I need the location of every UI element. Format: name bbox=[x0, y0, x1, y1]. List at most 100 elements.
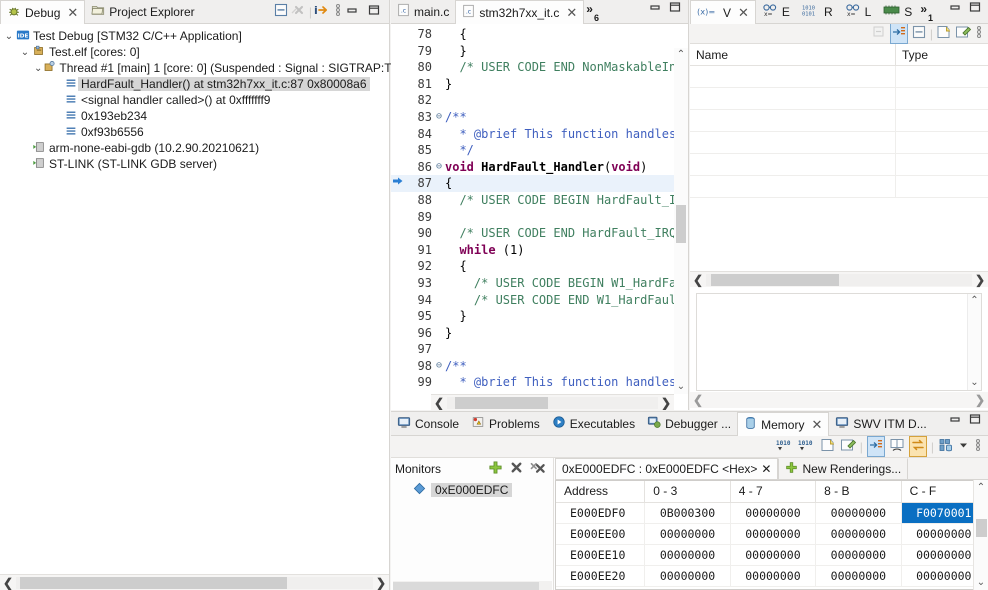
cell-memory-value[interactable]: 00000000 bbox=[730, 544, 815, 565]
pin-memory-view-icon[interactable] bbox=[840, 437, 856, 456]
view-menu-icon[interactable] bbox=[333, 2, 343, 21]
vscroll-track[interactable] bbox=[674, 62, 688, 380]
cell-memory-value[interactable]: 00000000 bbox=[730, 502, 815, 523]
close-icon[interactable]: ✕ bbox=[738, 5, 749, 21]
chevron-down-icon[interactable]: ⌄ bbox=[34, 63, 42, 74]
code-line[interactable]: 84 * @brief This function handles bbox=[391, 126, 674, 143]
cell-memory-value[interactable]: 0B000300 bbox=[645, 502, 730, 523]
editor-hscrollbar[interactable]: ❮ ❯ bbox=[431, 394, 674, 410]
collapse-icon[interactable] bbox=[911, 24, 927, 43]
tab-debugger-console[interactable]: Debugger ... bbox=[641, 412, 737, 435]
variables-detail-pane[interactable]: ⌃ ⌄ bbox=[696, 293, 982, 391]
code-line[interactable]: 92 { bbox=[391, 258, 674, 275]
maximize-icon[interactable] bbox=[968, 412, 988, 435]
tab-console[interactable]: Console bbox=[391, 412, 465, 435]
new-renderings-tab[interactable]: New Renderings... bbox=[778, 458, 908, 479]
editor-vscrollbar[interactable]: ⌃ ⌄ bbox=[674, 48, 688, 394]
scroll-up-icon[interactable]: ⌃ bbox=[677, 48, 685, 62]
tab-expressions[interactable]: x= E bbox=[756, 0, 796, 23]
cell-memory-value[interactable]: 00000000 bbox=[816, 544, 901, 565]
tab-registers[interactable]: 10100101 R bbox=[796, 0, 839, 23]
tree-row-thread[interactable]: ⌄ Thread #1 [main] 1 [core: 0] (Suspende… bbox=[0, 60, 389, 76]
vscroll-track[interactable] bbox=[974, 495, 988, 575]
maximize-icon[interactable] bbox=[968, 0, 988, 23]
code-editor[interactable]: 78 {79 }80 /* USER CODE END NonMaskableI… bbox=[391, 24, 688, 410]
code-line[interactable]: 79 } bbox=[391, 43, 674, 60]
vscroll-track[interactable] bbox=[968, 308, 982, 376]
scroll-left-icon[interactable]: ❮ bbox=[431, 396, 447, 410]
vscroll-thumb[interactable] bbox=[676, 205, 686, 243]
scroll-right-icon[interactable]: ❯ bbox=[972, 393, 988, 407]
column-header-address[interactable]: Address bbox=[556, 481, 645, 502]
rendering-layout-dropdown-icon[interactable] bbox=[958, 437, 969, 456]
step-into-selection-icon[interactable]: i bbox=[314, 2, 331, 21]
cell-memory-value[interactable]: 00000000 bbox=[645, 523, 730, 544]
code-line[interactable]: 93 /* USER CODE BEGIN W1_HardFa bbox=[391, 275, 674, 292]
code-line[interactable]: 83⊖/** bbox=[391, 109, 674, 126]
tab-stm32h7xx-it-c[interactable]: .c stm32h7xx_it.c ✕ bbox=[455, 0, 584, 24]
remove-monitor-icon[interactable] bbox=[509, 460, 524, 478]
editor-tab-overflow[interactable]: » 6 bbox=[584, 0, 604, 23]
chevron-down-icon[interactable]: ⌄ bbox=[2, 31, 16, 42]
minimize-icon[interactable] bbox=[345, 3, 365, 20]
edit-watch-icon[interactable] bbox=[955, 24, 971, 43]
cell-memory-value[interactable]: 00000000 bbox=[816, 523, 901, 544]
hscroll-track[interactable] bbox=[393, 582, 552, 590]
variables-hscrollbar[interactable]: ❮ ❯ bbox=[690, 271, 988, 287]
column-header-name[interactable]: Name bbox=[690, 44, 895, 66]
next-memory-monitor-icon[interactable]: 1010 bbox=[776, 437, 794, 456]
close-icon[interactable]: ✕ bbox=[761, 462, 771, 476]
cell-memory-value[interactable]: 00000000 bbox=[816, 565, 901, 586]
hscroll-track[interactable] bbox=[706, 274, 972, 286]
scroll-left-icon[interactable]: ❮ bbox=[690, 393, 706, 407]
new-memory-view-icon[interactable] bbox=[820, 437, 836, 456]
scroll-up-icon[interactable]: ⌃ bbox=[970, 294, 978, 308]
memory-vscrollbar[interactable]: ⌃ ⌄ bbox=[973, 480, 988, 590]
table-row[interactable] bbox=[690, 110, 988, 132]
memory-rendering-table[interactable]: Address0 - 34 - 78 - BC - FE000EDF00B000… bbox=[555, 480, 988, 590]
close-icon[interactable]: ✕ bbox=[566, 5, 577, 21]
cell-memory-value[interactable]: 00000000 bbox=[645, 544, 730, 565]
show-type-names-icon[interactable] bbox=[890, 23, 908, 44]
code-line[interactable]: 94 /* USER CODE END W1_HardFaul bbox=[391, 292, 674, 309]
code-line[interactable]: 85 */ bbox=[391, 142, 674, 159]
tab-live-expressions[interactable]: x= L bbox=[839, 0, 878, 23]
memory-table-row[interactable]: E000EE0000000000000000000000000000000000 bbox=[556, 523, 987, 544]
tab-debug[interactable]: Debug ✕ bbox=[0, 0, 85, 24]
minimize-icon[interactable] bbox=[948, 0, 968, 23]
code-line[interactable]: 81} bbox=[391, 76, 674, 93]
memory-table-row[interactable]: E000EE2000000000000000000000000000000000 bbox=[556, 565, 987, 586]
hscroll-thumb[interactable] bbox=[20, 577, 288, 589]
tab-project-explorer[interactable]: Project Explorer bbox=[85, 0, 200, 23]
fold-collapse-icon[interactable]: ⊖ bbox=[433, 159, 445, 176]
tab-swv-itm-data[interactable]: SWV ITM D... bbox=[829, 412, 932, 435]
code-line[interactable]: 98⊖/** bbox=[391, 358, 674, 375]
column-header-0-3[interactable]: 0 - 3 bbox=[645, 481, 730, 502]
code-line[interactable]: 96} bbox=[391, 325, 674, 342]
maximize-icon[interactable] bbox=[668, 0, 688, 23]
tab-executables[interactable]: Executables bbox=[546, 412, 641, 435]
code-line[interactable]: 87{ bbox=[391, 175, 674, 192]
link-memory-rendering-icon[interactable] bbox=[867, 436, 885, 457]
add-monitor-icon[interactable] bbox=[488, 460, 503, 478]
view-menu-icon[interactable] bbox=[974, 24, 984, 43]
variables-table[interactable]: Name Type bbox=[690, 44, 988, 198]
cell-memory-value[interactable]: 00000000 bbox=[645, 565, 730, 586]
hscroll-track[interactable] bbox=[706, 394, 972, 406]
cell-memory-value[interactable]: 00000000 bbox=[730, 523, 815, 544]
tab-main-c[interactable]: .c main.c bbox=[391, 0, 455, 23]
table-row[interactable] bbox=[690, 132, 988, 154]
close-icon[interactable]: ✕ bbox=[811, 417, 822, 433]
code-line[interactable]: 78 { bbox=[391, 26, 674, 43]
tree-row-stackframe-hardfault[interactable]: HardFault_Handler() at stm32h7xx_it.c:87… bbox=[0, 76, 389, 92]
column-header-4-7[interactable]: 4 - 7 bbox=[730, 481, 815, 502]
memory-table-row[interactable]: E000EDF00B0003000000000000000000F0070001 bbox=[556, 502, 987, 523]
tab-problems[interactable]: Problems bbox=[465, 412, 546, 435]
table-row[interactable] bbox=[690, 88, 988, 110]
scroll-left-icon[interactable]: ❮ bbox=[0, 576, 16, 590]
scroll-up-icon[interactable]: ⌃ bbox=[977, 480, 985, 495]
detail-vscrollbar[interactable]: ⌃ ⌄ bbox=[967, 294, 981, 390]
vscroll-thumb[interactable] bbox=[976, 519, 987, 537]
code-line[interactable]: 86⊖void HardFault_Handler(void) bbox=[391, 159, 674, 176]
tree-row-gdb[interactable]: arm-none-eabi-gdb (10.2.90.20210621) bbox=[0, 140, 389, 156]
